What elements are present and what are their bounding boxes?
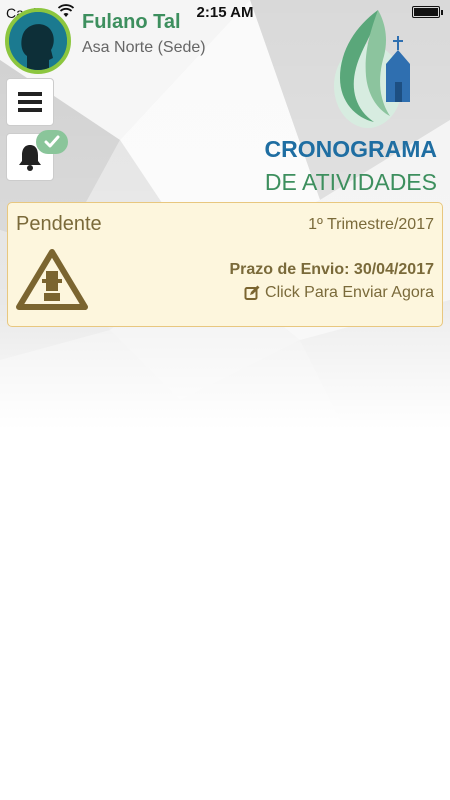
page-subtitle: DE ATIVIDADES <box>264 169 437 195</box>
status-label: Pendente <box>16 213 102 235</box>
menu-button[interactable] <box>6 78 54 126</box>
send-now-link[interactable]: Click Para Enviar Agora <box>244 284 434 302</box>
menu-icon <box>18 92 42 112</box>
deadline-label: Prazo de Envio: 30/04/2017 <box>229 261 434 278</box>
period-label: 1º Trimestre/2017 <box>308 216 434 233</box>
check-icon <box>44 135 60 148</box>
user-name: Fulano Tal <box>82 11 181 33</box>
notification-check-badge <box>36 130 68 154</box>
page-title: CRONOGRAMA <box>264 136 438 162</box>
logo <box>326 6 422 130</box>
warning-icon <box>16 249 88 311</box>
send-now-label: Click Para Enviar Agora <box>265 284 434 301</box>
user-location: Asa Norte (Sede) <box>82 39 206 56</box>
avatar[interactable] <box>5 8 71 74</box>
schedule-card[interactable]: Pendente 1º Trimestre/2017 Prazo de Envi… <box>7 202 443 327</box>
edit-icon <box>244 285 260 300</box>
